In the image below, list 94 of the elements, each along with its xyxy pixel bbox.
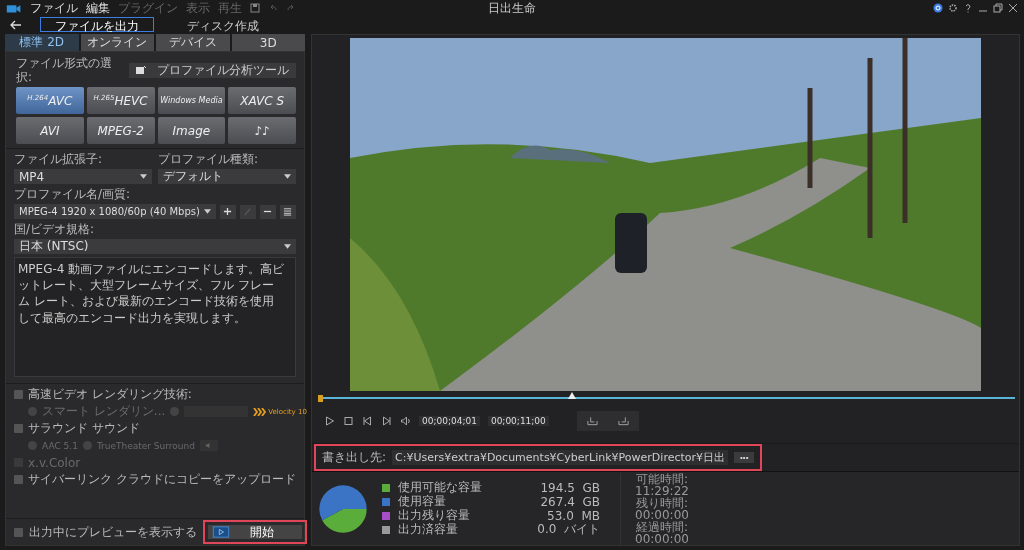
format-button[interactable]: XAVC S	[228, 87, 296, 114]
legend-label: 使用容量	[398, 494, 447, 509]
previous-frame-icon[interactable]	[362, 416, 373, 426]
notification-icon[interactable]	[933, 3, 943, 13]
dropdown-arrow-icon	[140, 174, 147, 179]
extension-dropdown[interactable]: MP4	[14, 169, 152, 184]
tab[interactable]: デバイス	[156, 34, 230, 51]
disk-usage-pie-chart	[318, 483, 368, 534]
dropdown-arrow-icon	[203, 209, 211, 214]
playhead-handle[interactable]	[568, 392, 577, 399]
picture-edit-icon	[134, 65, 147, 75]
time-label: 可能時間:	[635, 472, 688, 485]
tab[interactable]: オンライン	[80, 34, 154, 51]
time-value: 00:00:00	[635, 508, 689, 521]
dropdown-arrow-icon	[284, 174, 291, 179]
checkbox[interactable]	[14, 390, 23, 399]
checkbox[interactable]	[14, 475, 23, 484]
close-icon[interactable]	[1008, 3, 1018, 13]
legend-label: 使用可能な容量	[398, 479, 483, 495]
volume-icon[interactable]	[400, 416, 411, 426]
in-marker-icon[interactable]	[318, 394, 323, 402]
start-button[interactable]: 開始	[208, 525, 302, 539]
time-value: 00:00:00	[635, 532, 689, 545]
window-title: 日出生命	[488, 0, 536, 17]
format-button[interactable]: Image	[157, 117, 226, 144]
next-frame-icon[interactable]	[381, 416, 392, 426]
stop-icon[interactable]	[343, 416, 354, 426]
pencil-icon	[243, 207, 253, 216]
field-label: 国/ビデオ規格:	[14, 222, 96, 236]
description-text: MPEG-4 動画ファイルにエンコードします。高ビットレート、大型フレームサイズ、フル フレーム レート、および最新のエンコード技術を使用して最高のエンコード出力を実現します。	[18, 262, 285, 325]
add-button[interactable]	[219, 204, 236, 219]
settings-icon[interactable]	[948, 3, 958, 13]
time-label: 残り時間:	[635, 496, 688, 509]
radio-button[interactable]	[170, 407, 180, 416]
menu-item[interactable]: 編集	[86, 0, 110, 17]
checkbox[interactable]	[14, 527, 23, 537]
save-icon[interactable]	[250, 3, 260, 13]
checkbox-label: 高速ビデオ レンダリング技術:	[28, 386, 192, 403]
format-button[interactable]: $^{H.265}$HEVC	[86, 87, 155, 114]
play-icon[interactable]	[324, 416, 335, 426]
menu-item[interactable]: ファイル	[30, 0, 78, 17]
checkbox[interactable]	[14, 424, 23, 433]
back-arrow-icon[interactable]	[10, 19, 22, 30]
time-value: 11:29:22	[635, 484, 689, 497]
checkbox-label: サラウンド サウンド	[28, 420, 140, 437]
field-label: プロファイル名/画質:	[14, 187, 132, 201]
output-path-field[interactable]: C:¥Users¥extra¥Documents¥CyberLink¥PowerDirector¥日出	[392, 450, 729, 465]
profile-type-dropdown[interactable]: デフォルト	[158, 169, 296, 184]
legend-label: 出力残り容量	[398, 507, 471, 523]
help-icon[interactable]	[963, 3, 973, 13]
plus-icon	[223, 207, 233, 216]
field-label: ファイル拡張子:	[14, 152, 104, 166]
profile-dropdown[interactable]: MPEG-4 1920 x 1080/60p (40 Mbps)	[14, 204, 216, 219]
dropdown-arrow-icon	[284, 244, 291, 249]
legend-value: 0.0 バイト	[536, 521, 600, 538]
mode-tab[interactable]: ファイルを出力	[40, 17, 154, 32]
checkbox-label: 出力中にプレビューを表示する	[29, 523, 197, 541]
mode-tab[interactable]: ディスク作成	[172, 17, 274, 32]
list-icon	[283, 207, 293, 216]
output-label: 書き出し先:	[322, 449, 387, 466]
mark-out-icon[interactable]	[617, 416, 629, 426]
timecode: 00;00;11;00	[487, 416, 549, 426]
browse-button[interactable]: •••	[734, 452, 755, 463]
profile-analyzer-button[interactable]: プロファイル分析ツール	[128, 62, 296, 78]
time-label: 経過時間:	[635, 520, 688, 533]
region-dropdown[interactable]: 日本 (NTSC)	[14, 239, 296, 254]
checkbox-label: サイバーリンク クラウドにコピーをアップロード	[28, 471, 296, 488]
radio-label: TrueTheater Surround	[96, 440, 195, 451]
timecode: 00;00;04;01	[419, 416, 480, 426]
checkbox-label: x.v.Color	[28, 455, 81, 470]
mark-in-icon[interactable]	[586, 416, 598, 426]
format-button[interactable]: AVI	[16, 117, 84, 144]
tab[interactable]: 標準 2D	[5, 34, 79, 51]
legend-label: 出力済容量	[398, 521, 459, 538]
restore-icon[interactable]	[993, 3, 1003, 13]
format-button[interactable]: $^{H.264}$AVC	[16, 87, 84, 114]
radio-button[interactable]	[28, 441, 37, 450]
app-logo-icon	[6, 2, 22, 14]
speaker-settings-button[interactable]	[199, 440, 218, 451]
radio-label: AAC 5.1	[42, 440, 78, 451]
tab[interactable]: 3D	[231, 34, 305, 51]
legend-value: 53.0 MB	[546, 508, 600, 523]
format-button[interactable]: Windows Media	[157, 87, 226, 114]
legend-value: 267.4 GB	[539, 494, 600, 509]
format-label: ファイル形式の選択:	[16, 56, 113, 84]
radio-button[interactable]	[82, 441, 92, 450]
radio-button[interactable]	[28, 407, 37, 416]
field-label: プロファイル種類:	[158, 152, 260, 166]
legend-value: 194.5 GB	[539, 480, 600, 495]
format-button[interactable]: MPEG-2	[86, 117, 155, 144]
video-play-icon	[212, 526, 230, 538]
remove-button[interactable]	[259, 204, 276, 219]
format-button[interactable]: ♪♪	[228, 117, 296, 144]
list-button[interactable]	[279, 204, 296, 219]
